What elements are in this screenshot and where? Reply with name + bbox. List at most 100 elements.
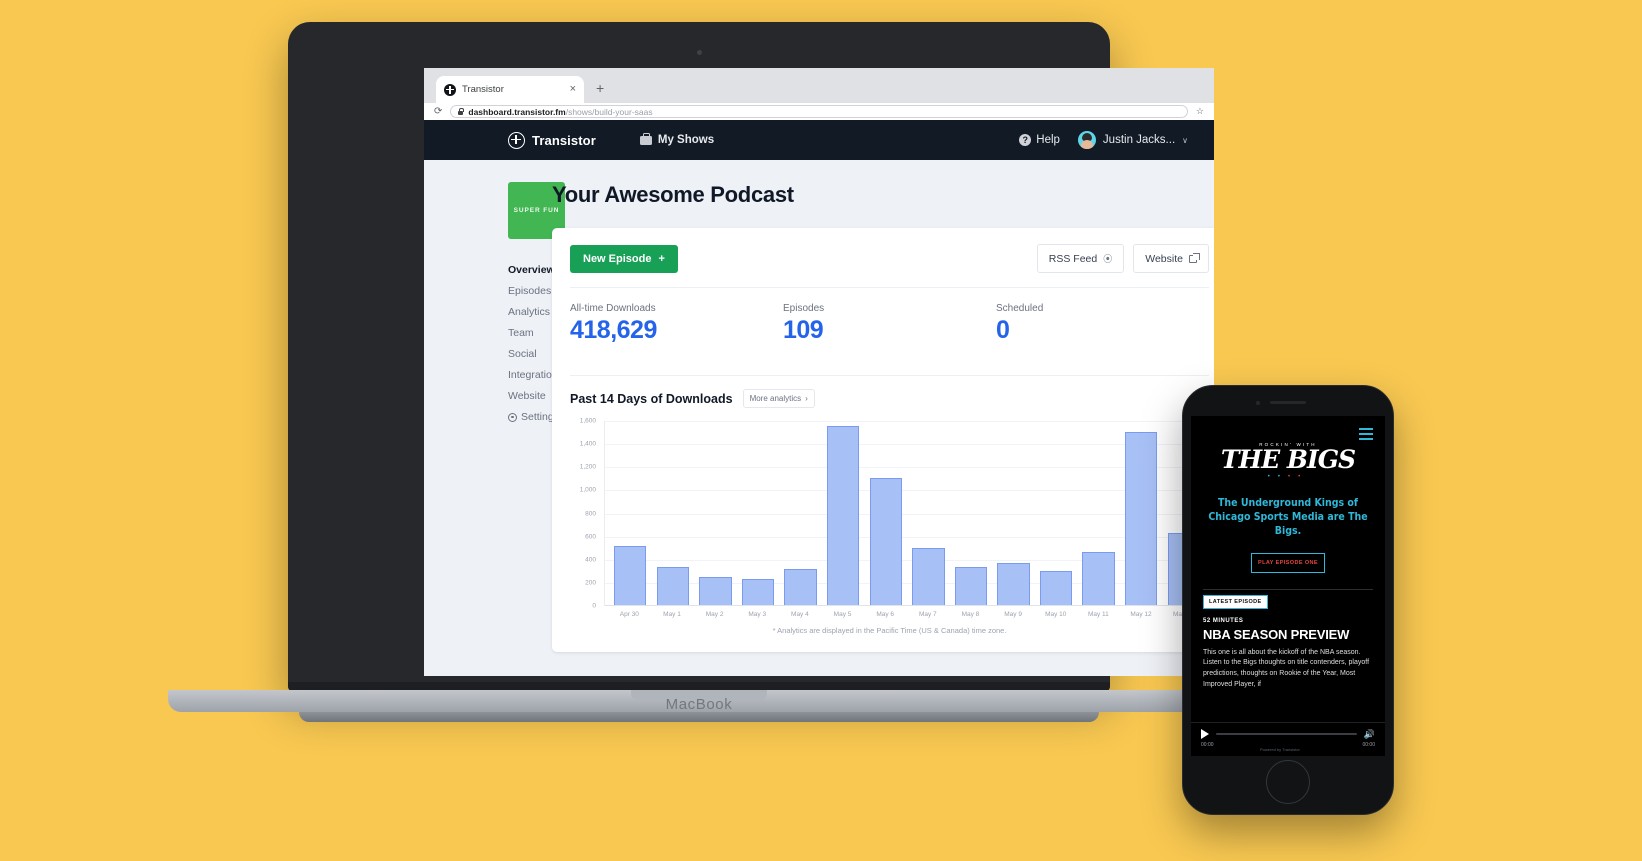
bar-slot: [609, 421, 652, 605]
new-tab-button[interactable]: +: [596, 81, 604, 95]
y-axis-tick: 1,400: [579, 440, 596, 448]
bar[interactable]: [784, 568, 817, 605]
nav-my-shows-label: My Shows: [657, 134, 715, 146]
card-toolbar: New Episode + RSS Feed ⦿ Website: [570, 244, 1209, 273]
site-tagline: The Underground Kings of Chicago Sports …: [1208, 497, 1368, 538]
bar-slot: [822, 421, 865, 605]
y-axis-tick: 600: [585, 533, 596, 541]
bar[interactable]: [741, 578, 775, 605]
stat-scheduled: Scheduled 0: [996, 303, 1209, 345]
bar[interactable]: [1039, 571, 1073, 605]
webcam-icon: [696, 50, 702, 55]
bar-slot: [652, 421, 695, 605]
bookmark-star-icon[interactable]: ☆: [1196, 106, 1204, 117]
sidebar-item-social[interactable]: Social: [508, 348, 537, 360]
bar[interactable]: [1082, 552, 1115, 605]
website-button[interactable]: Website: [1133, 244, 1209, 273]
sidebar-item-analytics[interactable]: Analytics: [508, 306, 550, 318]
more-analytics-label: More analytics: [749, 394, 802, 403]
phone-speaker: [1270, 401, 1306, 404]
sidebar-item-website[interactable]: Website: [508, 390, 546, 402]
close-icon[interactable]: ×: [570, 84, 576, 95]
bar[interactable]: [1125, 432, 1158, 605]
main-column: Your Awesome Podcast New Episode + RSS F…: [534, 182, 1214, 676]
stat-label: All-time Downloads: [570, 303, 656, 314]
bar[interactable]: [954, 566, 988, 605]
volume-icon[interactable]: 🔊: [1364, 729, 1375, 739]
y-axis-tick: 1,600: [579, 417, 596, 425]
y-axis-tick: 1,000: [579, 486, 596, 494]
bars-container: [605, 421, 1209, 605]
address-input[interactable]: dashboard.transistor.fm/shows/build-your…: [450, 105, 1188, 118]
bar[interactable]: [656, 567, 690, 605]
bar[interactable]: [699, 576, 732, 605]
bar[interactable]: [997, 562, 1030, 605]
play-episode-one-button[interactable]: PLAY EPISODE ONE: [1251, 552, 1325, 573]
bar[interactable]: [869, 477, 902, 605]
phone-screen: ROCKIN' WITH THE BIGS •••• The Undergrou…: [1191, 416, 1385, 756]
chart-header: Past 14 Days of Downloads More analytics…: [570, 389, 1209, 408]
x-axis-labels: Apr 30 May 1 May 2 May 3 May 4 May 5 May 6 May …: [604, 611, 1209, 618]
brand-name: Transistor: [532, 132, 596, 148]
x-axis-tick: May 11: [1087, 611, 1109, 618]
x-axis-tick: May 9: [1004, 611, 1022, 618]
user-name-label: Justin Jacks...: [1102, 134, 1176, 146]
new-episode-label: New Episode: [583, 252, 652, 265]
x-axis-tick: May 8: [961, 611, 980, 618]
bar[interactable]: [827, 425, 860, 605]
bar-slot: [864, 421, 907, 605]
y-axis-tick: 400: [585, 556, 596, 564]
chevron-down-icon: ∨: [1182, 135, 1188, 145]
home-button[interactable]: [1266, 760, 1310, 804]
rss-icon: ⦿: [1103, 254, 1113, 264]
app-navbar: Transistor My Shows ? Help Justin Jacks.…: [424, 120, 1214, 160]
rss-feed-button[interactable]: RSS Feed ⦿: [1036, 244, 1125, 273]
user-menu[interactable]: Justin Jacks... ∨: [1077, 131, 1188, 149]
stat-value: 418,629: [570, 316, 657, 344]
y-axis-tick: 0: [592, 602, 596, 610]
gear-icon: [508, 412, 517, 422]
nav-item-my-shows[interactable]: My Shows: [639, 132, 715, 146]
bar-slot: [950, 421, 993, 605]
bar-slot: [1077, 421, 1120, 605]
nav-item-help[interactable]: ? Help: [1019, 134, 1060, 146]
brand-logo[interactable]: Transistor: [508, 131, 596, 149]
episode-duration: 52 MINUTES: [1203, 617, 1244, 624]
bar-slot: [1120, 421, 1163, 605]
address-text: dashboard.transistor.fm/shows/build-your…: [468, 107, 652, 117]
episode-title: NBA SEASON PREVIEW: [1203, 626, 1350, 642]
browser-chrome: Transistor × + ⟳ dashboard.transistor.fm…: [424, 68, 1214, 120]
sidebar-item-integrations[interactable]: Integrations: [508, 369, 563, 381]
reload-icon[interactable]: ⟳: [434, 106, 442, 117]
macbook-mockup: Transistor × + ⟳ dashboard.transistor.fm…: [168, 22, 1230, 734]
sidebar-item-settings[interactable]: Settings: [508, 411, 559, 423]
bar[interactable]: [912, 547, 945, 605]
sidebar: SUPER FUN Overview Episodes Analytics Te…: [450, 182, 565, 676]
divider: [570, 375, 1209, 376]
x-axis-tick: May 1: [663, 611, 681, 618]
laptop-brand-label: MacBook: [665, 696, 733, 713]
page-body: SUPER FUN Overview Episodes Analytics Te…: [424, 160, 1214, 676]
browser-tab[interactable]: Transistor ×: [436, 76, 584, 103]
sidebar-nav: Overview Episodes Analytics Team Social …: [508, 264, 563, 423]
audio-player: 🔊 00:00 00:00 Powered by Transistor: [1191, 722, 1385, 756]
stat-label: Episodes: [783, 303, 825, 314]
sidebar-item-overview[interactable]: Overview: [508, 264, 555, 276]
browser-tab-title: Transistor: [462, 84, 504, 95]
time-elapsed: 00:00: [1201, 742, 1214, 748]
question-mark-icon: ?: [1019, 134, 1032, 146]
play-icon[interactable]: [1201, 729, 1209, 739]
iphone-mockup: ROCKIN' WITH THE BIGS •••• The Undergrou…: [1182, 385, 1394, 815]
episode-description: This one is all about the kickoff of the…: [1203, 648, 1370, 689]
x-axis-tick: May 10: [1045, 611, 1067, 618]
sidebar-item-episodes[interactable]: Episodes: [508, 285, 551, 297]
more-analytics-button[interactable]: More analytics ›: [742, 389, 815, 408]
plot-area: [604, 421, 1209, 606]
chart-footnote: * Analytics are displayed in the Pacific…: [772, 626, 1007, 635]
bar[interactable]: [614, 546, 647, 605]
progress-slider[interactable]: [1216, 733, 1357, 735]
sidebar-item-team[interactable]: Team: [508, 327, 534, 339]
hamburger-menu-icon[interactable]: [1359, 428, 1373, 443]
new-episode-button[interactable]: New Episode +: [570, 244, 678, 273]
y-axis: 0 200 400 600 800 1,000 1,200 1,400 1,600: [570, 417, 600, 610]
